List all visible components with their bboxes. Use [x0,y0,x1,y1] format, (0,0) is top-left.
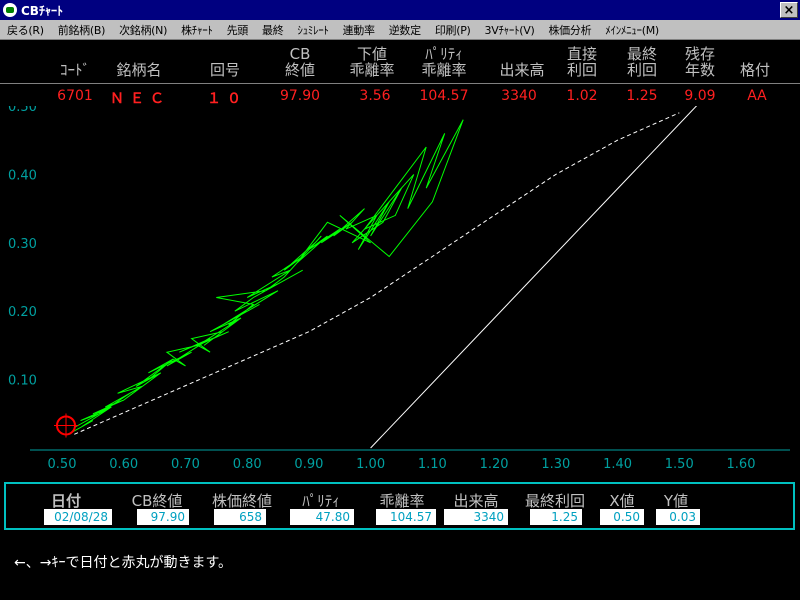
x-tick-label: 0.60 [109,457,138,472]
chart-series [67,106,698,449]
header-name: 銘柄名 [116,61,162,79]
x-tick-label: 1.00 [356,457,385,472]
cb-chart-plot[interactable]: 0.50 0.60 0.70 0.80 0.90 1.00 1.10 1.20 1.30 1.40… [0,106,800,476]
header-direct-yield-line1: 直接 [566,45,597,63]
theoretical-curve [74,112,680,435]
status-date-label: 日付 [50,492,81,510]
header-direct-yield-line2: 利回 [566,61,597,79]
status-final-yield-value: 1.25 [530,509,582,525]
header-remaining-years: 残存 年数 [675,46,725,78]
header-parity-dev-line1: ﾊﾟﾘﾃｨ [425,45,463,63]
header-volume: 出来高 [499,61,545,79]
menu-last[interactable]: 最終 [255,22,290,38]
menu-stock-chart[interactable]: 株ﾁｬｰﾄ [174,22,220,38]
header-cb-close: CB 終値 [275,46,325,78]
header-remaining-years-line2: 年数 [684,61,715,79]
x-tick-label: 1.30 [541,457,570,472]
menu-next-stock[interactable]: 次銘柄(N) [112,22,174,38]
menu-back[interactable]: 戻る(R) [0,22,51,38]
status-dev-value: 104.57 [376,509,436,525]
x-tick-label: 0.80 [233,457,262,472]
menu-simulate[interactable]: ｼｭﾐﾚｰﾄ [290,22,335,38]
status-parity-value: 47.80 [290,509,354,525]
header-final-yield-line1: 最終 [626,45,657,63]
menu-bar: 戻る(R) 前銘柄(B) 次銘柄(N) 株ﾁｬｰﾄ 先頭 最終 ｼｭﾐﾚｰﾄ 連… [0,20,800,40]
x-tick-label: 0.90 [294,457,323,472]
status-parity-label: ﾊﾟﾘﾃｨ [302,492,340,510]
status-volume-label: 出来高 [453,492,499,510]
status-y-value: 0.03 [656,509,700,525]
status-date-value: 02/08/28 [44,509,112,525]
status-x-value: 0.50 [600,509,644,525]
value-direct-yield: 1.02 [566,88,598,104]
status-cb-close-value: 97.90 [137,509,189,525]
value-remaining-years: 9.09 [684,88,716,104]
cb-chart-window: CBﾁｬｰﾄ × 戻る(R) 前銘柄(B) 次銘柄(N) 株ﾁｬｰﾄ 先頭 最終… [0,0,800,600]
close-button[interactable]: × [780,2,798,18]
header-rating: 格付 [739,61,770,79]
header-remaining-years-line1: 残存 [684,45,715,63]
status-panel: 日付 CB終値 株価終値 ﾊﾟﾘﾃｨ 乖離率 出来高 最終利回 X値 Y値 02… [4,482,795,530]
menu-stock-analysis[interactable]: 株価分析 [541,22,598,38]
status-dev-label: 乖離率 [379,492,425,510]
header-final-yield: 最終 利回 [617,46,667,78]
menu-print[interactable]: 印刷(P) [428,22,478,38]
x-tick-label: 1.40 [603,457,632,472]
y-tick-label: 0.10 [8,374,37,389]
header-final-yield-line2: 利回 [626,61,657,79]
menu-linkage-rate[interactable]: 連動率 [336,22,382,38]
value-final-yield: 1.25 [626,88,658,104]
chart-axes: 0.50 0.60 0.70 0.80 0.90 1.00 1.10 1.20 1.30 1.40… [8,106,790,472]
value-code: 6701 [57,88,93,104]
y-tick-label: 0.30 [8,237,37,252]
menu-first[interactable]: 先頭 [220,22,255,38]
keyboard-hint: ←、→ｷｰで日付と赤丸が動きます。 [14,555,233,571]
price-trace-line [67,119,464,435]
header-parity-dev: ﾊﾟﾘﾃｨ 乖離率 [414,46,474,78]
info-header: ｺｰﾄﾞ 銘柄名 回号 CB 終値 下値 乖離率 ﾊﾟﾘﾃｨ 乖離率 出来高 直… [0,41,800,83]
header-cb-close-line2: 終値 [284,61,315,79]
x-tick-label: 1.10 [418,457,447,472]
status-final-yield-label: 最終利回 [524,492,585,510]
header-parity-dev-line2: 乖離率 [421,61,467,79]
header-cb-close-line1: CB [289,45,311,63]
x-tick-label: 0.50 [48,457,77,472]
value-cb-close: 97.90 [279,88,321,104]
window-title: CBﾁｬｰﾄ [21,3,63,18]
header-lower-dev: 下値 乖離率 [342,46,402,78]
status-stock-close-label: 株価終値 [211,492,272,510]
value-series: １０ [207,91,247,107]
menu-prev-stock[interactable]: 前銘柄(B) [51,22,112,38]
title-bar: CBﾁｬｰﾄ × [0,0,800,20]
status-y-label: Y値 [663,492,689,510]
value-lower-dev: 3.56 [359,88,391,104]
x-tick-label: 1.20 [480,457,509,472]
header-lower-dev-line1: 下値 [356,45,387,63]
status-cb-close-label: CB終値 [131,492,183,510]
y-tick-label: 0.50 [8,106,37,115]
x-tick-label: 0.70 [171,457,200,472]
header-lower-dev-line2: 乖離率 [349,61,395,79]
app-icon [3,3,17,17]
x-tick-label: 1.60 [727,457,756,472]
menu-reverse-setting[interactable]: 逆数定 [382,22,428,38]
value-name: ＮＥＣ [110,91,170,107]
x-tick-label: 1.50 [665,457,694,472]
menu-main-menu[interactable]: ﾒｲﾝﾒﾆｭｰ(M) [598,22,666,38]
status-volume-value: 3340 [444,509,508,525]
menu-3v-chart[interactable]: 3Vﾁｬｰﾄ(V) [478,22,542,38]
y-tick-label: 0.20 [8,305,37,320]
status-x-label: X値 [609,492,635,510]
status-stock-close-value: 658 [214,509,266,525]
header-series: 回号 [209,61,240,79]
header-direct-yield: 直接 利回 [557,46,607,78]
y-tick-label: 0.40 [8,168,37,183]
value-parity-dev: 104.57 [419,88,469,104]
info-values-row: 6701 ＮＥＣ １０ 97.90 3.56 104.57 3340 1.02 … [0,84,800,107]
value-volume: 3340 [501,88,537,104]
header-code: ｺｰﾄﾞ [59,61,90,79]
value-rating: AA [747,88,767,104]
